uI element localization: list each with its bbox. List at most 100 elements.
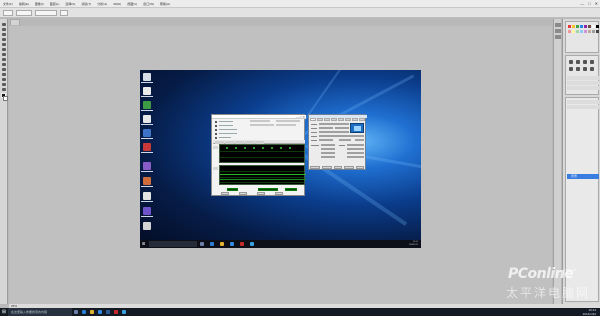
option-row[interactable] — [215, 136, 231, 139]
menu-analysis[interactable]: 分析(A) — [94, 2, 110, 6]
marquee-tool-icon[interactable] — [2, 28, 6, 31]
action-button[interactable] — [239, 192, 247, 195]
maximize-button[interactable]: □ — [588, 1, 590, 6]
edge-icon[interactable] — [210, 242, 214, 246]
ok-button[interactable] — [356, 166, 364, 169]
app-button[interactable] — [112, 308, 120, 316]
selection-dropdown[interactable] — [310, 166, 320, 169]
clone-stamp-icon[interactable] — [2, 63, 6, 66]
menu-image[interactable]: 图像(I) — [32, 2, 47, 6]
swatch[interactable] — [572, 25, 575, 28]
actions-panel-icon[interactable] — [555, 29, 561, 33]
store-icon[interactable] — [230, 242, 234, 246]
menu-help[interactable]: 帮助(H) — [157, 2, 173, 6]
swatch[interactable] — [584, 30, 587, 33]
option-row[interactable] — [215, 124, 233, 127]
tab-caches[interactable] — [317, 118, 323, 121]
tab-memory[interactable] — [331, 118, 337, 121]
healing-brush-icon[interactable] — [2, 53, 6, 56]
checkbox[interactable] — [215, 124, 217, 127]
menu-view[interactable]: 视图(V) — [124, 2, 140, 6]
swatch[interactable] — [568, 30, 571, 33]
tab-mainboard[interactable] — [324, 118, 330, 121]
close-button[interactable]: ✕ — [595, 1, 598, 6]
option-field[interactable] — [60, 9, 68, 16]
preset-row[interactable] — [567, 86, 599, 90]
option-row[interactable] — [215, 132, 237, 135]
app-button[interactable] — [120, 308, 128, 316]
validate-button[interactable] — [344, 166, 354, 169]
app-icon[interactable] — [240, 242, 244, 246]
history-panel-icon[interactable] — [555, 23, 561, 27]
file-explorer-button[interactable] — [88, 308, 96, 316]
background-color-swatch[interactable] — [3, 96, 8, 101]
exposure-icon[interactable] — [590, 60, 594, 64]
tab-spd[interactable] — [338, 118, 344, 121]
swatch[interactable] — [588, 25, 591, 28]
gradient-tool-icon[interactable] — [2, 73, 6, 76]
tab-bench[interactable] — [352, 118, 358, 121]
levels-icon[interactable] — [576, 60, 580, 64]
action-button[interactable] — [221, 192, 229, 195]
preset-row[interactable] — [567, 81, 599, 85]
option-field[interactable] — [35, 9, 57, 16]
option-field[interactable] — [16, 9, 32, 16]
menu-select[interactable]: 选择(S) — [62, 2, 78, 6]
task-view-icon[interactable] — [200, 242, 204, 246]
eyedropper-icon[interactable] — [2, 48, 6, 51]
menu-layer[interactable]: 图层(L) — [47, 2, 63, 6]
swatch[interactable] — [588, 30, 591, 33]
taskbar-search-box[interactable]: 在这里输入你要搜索的内容 — [8, 308, 72, 316]
text-tool-icon[interactable] — [2, 83, 6, 86]
store-button[interactable] — [96, 308, 104, 316]
layer-row-selected[interactable]: 背景 — [567, 174, 599, 179]
edge-button[interactable] — [80, 308, 88, 316]
menu-window[interactable]: 窗口(W) — [140, 2, 157, 6]
window-controls[interactable]: — □ ✕ — [296, 115, 305, 119]
swatch[interactable] — [584, 25, 587, 28]
swatch[interactable] — [596, 25, 599, 28]
action-button[interactable] — [275, 192, 283, 195]
swatch[interactable] — [596, 30, 599, 33]
document-tab[interactable] — [10, 19, 20, 25]
swatch[interactable] — [580, 25, 583, 28]
eraser-icon[interactable] — [2, 68, 6, 71]
windows-start-icon[interactable]: ⊞ — [0, 308, 8, 316]
brush-tool-icon[interactable] — [2, 58, 6, 61]
hue-saturation-icon[interactable] — [569, 67, 573, 71]
pen-tool-icon[interactable] — [2, 78, 6, 81]
tab-about[interactable] — [359, 118, 365, 121]
taskbar-clock[interactable]: 10:44 2016/1/22 — [583, 308, 596, 316]
option-row[interactable] — [215, 120, 233, 123]
checkbox[interactable] — [215, 120, 217, 123]
menu-filter[interactable]: 滤镜(T) — [78, 2, 94, 6]
app-icon[interactable] — [250, 242, 254, 246]
swatch[interactable] — [592, 30, 595, 33]
checkbox[interactable] — [215, 136, 217, 139]
crop-tool-icon[interactable] — [2, 43, 6, 46]
windows-start-icon[interactable]: ⊞ — [142, 242, 145, 246]
hand-tool-icon[interactable] — [2, 88, 6, 91]
blend-mode-dropdown[interactable] — [567, 100, 599, 104]
lock-options-row[interactable] — [567, 105, 599, 109]
swatch[interactable] — [568, 25, 571, 28]
option-row[interactable] — [215, 128, 237, 131]
brightness-icon[interactable] — [569, 60, 573, 64]
photo-filter-icon[interactable] — [590, 67, 594, 71]
color-balance-icon[interactable] — [576, 67, 580, 71]
action-button[interactable] — [257, 192, 265, 195]
menu-file[interactable]: 文件(F) — [0, 2, 16, 6]
minimize-button[interactable]: — — [580, 1, 584, 6]
swatch[interactable] — [580, 30, 583, 33]
black-white-icon[interactable] — [583, 67, 587, 71]
swatch[interactable] — [576, 30, 579, 33]
info-panel-icon[interactable] — [555, 35, 561, 39]
tab-graphics[interactable] — [345, 118, 351, 121]
lasso-tool-icon[interactable] — [2, 33, 6, 36]
swatch[interactable] — [572, 30, 575, 33]
magic-wand-icon[interactable] — [2, 38, 6, 41]
checkbox[interactable] — [215, 128, 217, 131]
menu-edit[interactable]: 编辑(E) — [16, 2, 32, 6]
checkbox[interactable] — [215, 132, 217, 135]
swatch[interactable] — [592, 25, 595, 28]
